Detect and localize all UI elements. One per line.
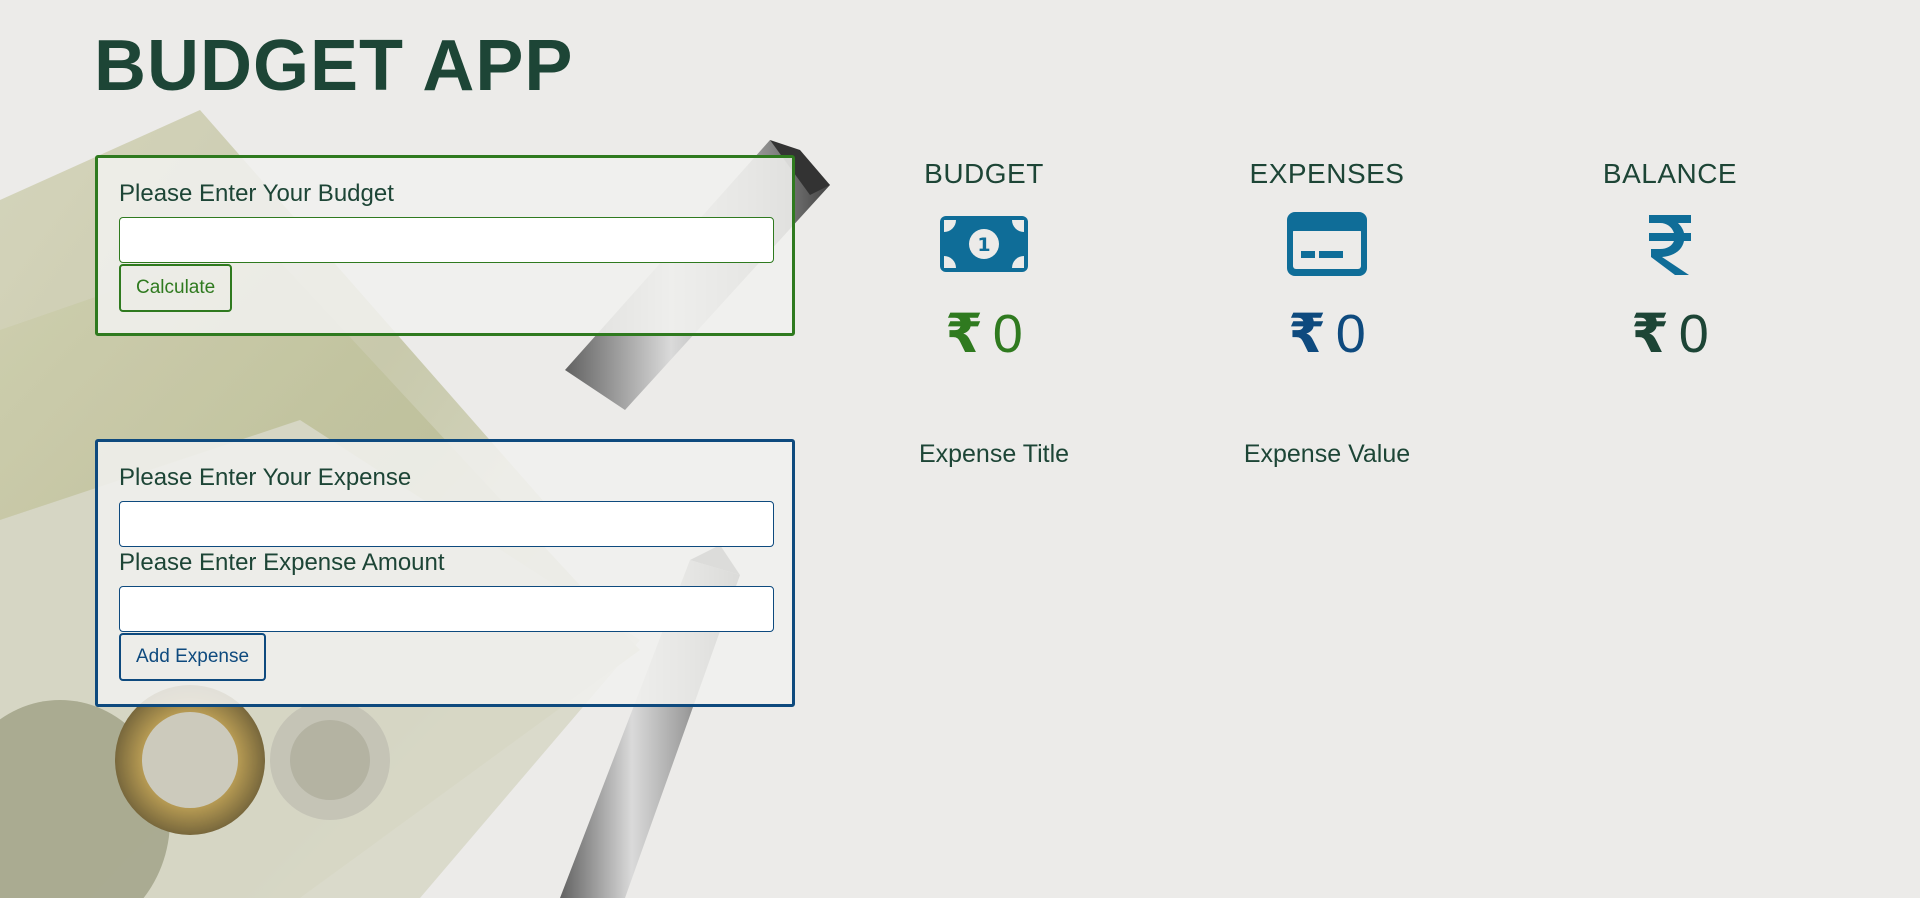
balance-amount-value: 0 xyxy=(1678,304,1709,364)
balance-summary-title: BALANCE xyxy=(1602,158,1738,189)
balance-summary: BALANCE ₹0 xyxy=(1540,156,1800,364)
expense-value-column-header: Expense Value xyxy=(1243,440,1411,468)
budget-amount-value: 0 xyxy=(992,304,1023,364)
rupee-icon xyxy=(1540,210,1800,278)
svg-text:1: 1 xyxy=(977,234,990,256)
expenses-summary-title: EXPENSES xyxy=(1249,158,1405,189)
expense-amount-label: Please Enter Expense Amount xyxy=(119,549,445,576)
page-title: BUDGET APP xyxy=(94,26,574,106)
expense-amount-input[interactable] xyxy=(119,586,774,632)
expenses-summary: EXPENSES ₹0 xyxy=(1197,156,1457,364)
budget-summary-title: BUDGET xyxy=(924,158,1044,189)
budget-form: Please Enter Your Budget Calculate xyxy=(95,155,795,336)
expense-form: Please Enter Your Expense Please Enter E… xyxy=(95,439,795,707)
budget-amount: ₹0 xyxy=(854,304,1114,364)
budget-input[interactable] xyxy=(119,217,774,263)
expense-title-column-header: Expense Title xyxy=(918,440,1070,468)
expenses-amount: ₹0 xyxy=(1197,304,1457,364)
expense-title-input[interactable] xyxy=(119,501,774,547)
money-bill-icon: 1 xyxy=(854,210,1114,278)
balance-currency: ₹ xyxy=(1631,304,1669,364)
calculate-button[interactable]: Calculate xyxy=(119,264,233,312)
budget-currency: ₹ xyxy=(945,304,983,364)
expenses-currency: ₹ xyxy=(1288,304,1326,364)
credit-card-icon xyxy=(1197,210,1457,278)
budget-input-label: Please Enter Your Budget xyxy=(119,180,394,207)
balance-amount: ₹0 xyxy=(1540,304,1800,364)
add-expense-button[interactable]: Add Expense xyxy=(119,633,267,681)
budget-summary: BUDGET 1 ₹0 xyxy=(854,156,1114,364)
expense-title-label: Please Enter Your Expense xyxy=(119,464,412,491)
expenses-amount-value: 0 xyxy=(1335,304,1366,364)
